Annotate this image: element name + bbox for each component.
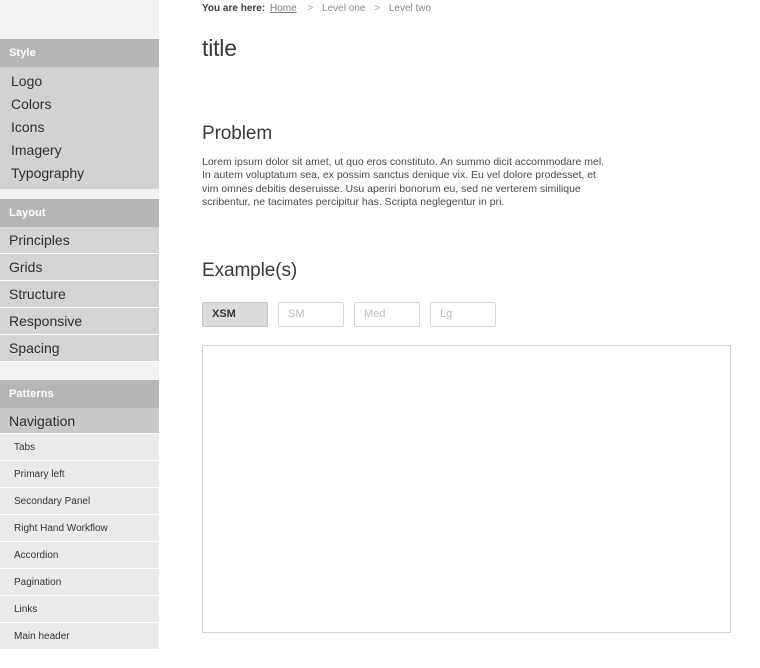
main-content: You are here: Home > Level one > Level t…: [202, 0, 760, 668]
sidebar-subitem-accordion[interactable]: Accordion: [0, 542, 159, 569]
sidebar-spacer-2: [0, 362, 159, 380]
examples-heading: Example(s): [202, 260, 298, 282]
problem-heading: Problem: [202, 123, 273, 144]
sidebar: Style Logo Colors Icons Imagery Typograp…: [0, 0, 159, 668]
sidebar-subitem-primary-left[interactable]: Primary left: [0, 461, 159, 488]
size-tab-lg[interactable]: Lg: [430, 302, 496, 328]
sidebar-item-colors[interactable]: Colors: [0, 93, 159, 116]
page-root: Style Logo Colors Icons Imagery Typograp…: [0, 0, 760, 668]
breadcrumb-link-home[interactable]: Home: [268, 3, 299, 14]
sidebar-section-body-layout: Principles Grids Structure Responsive Sp…: [0, 227, 159, 362]
sidebar-item-logo[interactable]: Logo: [0, 70, 159, 93]
size-tab-med[interactable]: Med: [354, 302, 420, 328]
sidebar-subitem-right-hand-workflow[interactable]: Right Hand Workflow: [0, 515, 159, 542]
sidebar-item-responsive[interactable]: Responsive: [0, 308, 159, 335]
sidebar-item-principles[interactable]: Principles: [0, 227, 159, 254]
sidebar-subitem-pagination[interactable]: Pagination: [0, 569, 159, 596]
breadcrumb-separator-icon: >: [307, 3, 314, 14]
sidebar-subitem-links[interactable]: Links: [0, 596, 159, 623]
sidebar-subitem-main-header[interactable]: Main header: [0, 623, 159, 650]
sidebar-item-imagery[interactable]: Imagery: [0, 139, 159, 162]
size-tab-xsm[interactable]: XSM: [202, 302, 268, 328]
sidebar-section-header-layout[interactable]: Layout: [0, 199, 159, 227]
page-title: title: [202, 35, 237, 61]
sidebar-spacer-1: [0, 189, 159, 199]
size-tab-sm[interactable]: SM: [278, 302, 344, 328]
sidebar-subitem-secondary-panel[interactable]: Secondary Panel: [0, 488, 159, 515]
sidebar-top-spacer: [0, 0, 159, 39]
sidebar-subitem-tabs[interactable]: Tabs: [0, 434, 159, 461]
breadcrumb-level-one[interactable]: Level one: [322, 3, 365, 14]
sidebar-item-typography[interactable]: Typography: [0, 162, 159, 185]
sidebar-item-navigation[interactable]: Navigation: [0, 408, 159, 434]
sidebar-item-spacing[interactable]: Spacing: [0, 335, 159, 362]
breadcrumb-label: You are here:: [202, 3, 266, 14]
sidebar-subitem-list: Tabs Primary left Secondary Panel Right …: [0, 434, 159, 650]
breadcrumb-level-two: Level two: [388, 3, 432, 14]
example-size-tabs: XSM SM Med Lg: [202, 302, 760, 328]
sidebar-section-header-style[interactable]: Style: [0, 39, 159, 67]
sidebar-section-header-patterns[interactable]: Patterns: [0, 380, 159, 408]
example-preview-canvas[interactable]: [202, 345, 731, 634]
sidebar-item-icons[interactable]: Icons: [0, 116, 159, 139]
sidebar-item-grids[interactable]: Grids: [0, 254, 159, 281]
breadcrumb: You are here: Home > Level one > Level t…: [202, 0, 760, 14]
sidebar-item-structure[interactable]: Structure: [0, 281, 159, 308]
sidebar-section-body-style: Logo Colors Icons Imagery Typography: [0, 67, 159, 189]
breadcrumb-separator-icon-2: >: [374, 3, 381, 14]
problem-text: Lorem ipsum dolor sit amet, ut quo eros …: [202, 156, 605, 208]
